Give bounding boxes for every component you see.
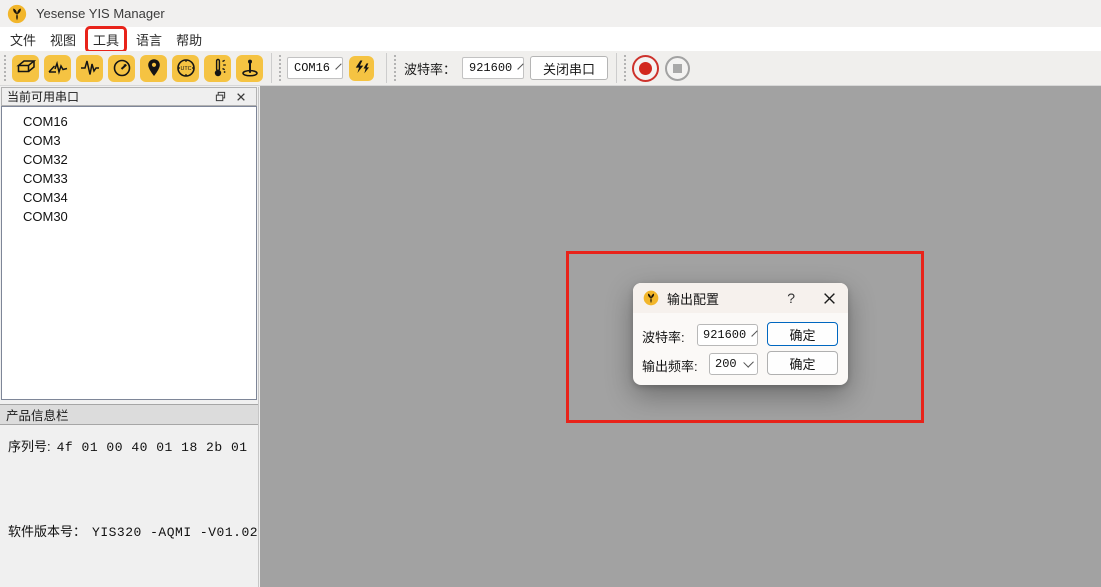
dock-title: 当前可用串口	[2, 88, 215, 105]
menu-help[interactable]: 帮助	[176, 28, 202, 51]
list-item[interactable]: COM34	[2, 188, 256, 207]
com-port-list[interactable]: COM16 COM3 COM32 COM33 COM34 COM30	[1, 106, 257, 400]
tool-location-button[interactable]	[140, 55, 167, 82]
dialog-baud-select[interactable]: 921600	[697, 324, 758, 346]
dialog-freq-value: 200	[715, 357, 737, 371]
port-select-value: COM16	[294, 61, 330, 75]
serial-number-label: 序列号:	[8, 436, 51, 455]
list-item[interactable]: COM30	[2, 207, 256, 226]
tool-level-button[interactable]	[236, 55, 263, 82]
menubar: 文件 视图 工具 语言 帮助	[0, 27, 1101, 51]
pulse-wave-icon	[78, 56, 102, 80]
toolbar-separator	[271, 53, 272, 83]
yesense-logo-icon	[643, 290, 659, 306]
attitude-wave-icon	[46, 56, 70, 80]
toolbar-grip[interactable]	[624, 55, 626, 81]
gauge-icon	[110, 56, 134, 80]
tool-attitude-wave-button[interactable]	[44, 55, 71, 82]
serial-number-line: 序列号: 4f 01 00 40 01 18 2b 01	[8, 436, 258, 455]
dialog-help-button[interactable]: ?	[783, 290, 799, 306]
menu-view[interactable]: 视图	[50, 28, 76, 51]
dialog-freq-label: 输出频率:	[642, 356, 698, 375]
baud-rate-label: 波特率：	[404, 59, 456, 78]
float-panel-button[interactable]	[215, 91, 226, 102]
stop-icon	[673, 64, 682, 73]
menu-language[interactable]: 语言	[136, 28, 162, 51]
tool-gauge-button[interactable]	[108, 55, 135, 82]
utc-clock-icon: UTC	[174, 56, 198, 80]
toolbar: UTC COM16	[0, 51, 1101, 86]
svg-text:UTC: UTC	[180, 66, 191, 72]
chevron-down-icon	[518, 63, 524, 69]
toolbar-grip[interactable]	[279, 55, 281, 81]
location-pin-icon	[142, 56, 166, 80]
dialog-baud-ok-button[interactable]: 确定	[767, 322, 838, 346]
yesense-logo-icon	[7, 4, 27, 24]
close-icon	[236, 92, 246, 102]
dialog-freq-ok-button[interactable]: 确定	[767, 351, 838, 375]
toolbar-grip[interactable]	[394, 55, 396, 81]
baud-rate-value: 921600	[469, 61, 512, 75]
thermometer-icon	[206, 56, 230, 80]
level-pin-icon	[238, 56, 262, 80]
refresh-ports-button[interactable]	[349, 56, 374, 81]
chevron-down-icon	[743, 357, 754, 368]
list-item[interactable]: COM32	[2, 150, 256, 169]
record-icon	[639, 62, 652, 75]
dialog-freq-select[interactable]: 200	[709, 353, 758, 375]
toolbar-separator	[386, 53, 387, 83]
product-info-header: 产品信息栏	[0, 404, 258, 425]
app-window: Yesense YIS Manager 文件 视图 工具 语言 帮助	[0, 0, 1101, 587]
float-window-icon	[215, 91, 226, 102]
tool-thermometer-button[interactable]	[204, 55, 231, 82]
close-panel-button[interactable]	[236, 92, 246, 102]
record-button[interactable]	[632, 55, 659, 82]
list-item[interactable]: COM3	[2, 131, 256, 150]
cube-3d-icon	[14, 56, 38, 80]
menu-tools[interactable]: 工具	[85, 26, 127, 53]
chevron-down-icon	[752, 330, 758, 336]
double-lightning-icon	[352, 58, 372, 78]
dialog-titlebar: 输出配置 ?	[633, 283, 848, 313]
chevron-down-icon	[335, 63, 341, 69]
close-icon	[823, 292, 836, 305]
dialog-baud-value: 921600	[703, 328, 746, 342]
menu-file[interactable]: 文件	[10, 28, 36, 51]
toolbar-grip[interactable]	[4, 55, 6, 81]
dialog-close-button[interactable]	[821, 292, 838, 305]
window-title: Yesense YIS Manager	[36, 6, 165, 21]
output-config-dialog: 输出配置 ? 波特率: 921600 确定 输出频率: 200 确定	[633, 283, 848, 385]
port-select[interactable]: COM16	[287, 57, 343, 79]
tool-3d-view-button[interactable]	[12, 55, 39, 82]
baud-rate-select[interactable]: 921600	[462, 57, 524, 79]
dialog-title: 输出配置	[667, 289, 783, 308]
tool-pulse-wave-button[interactable]	[76, 55, 103, 82]
dialog-baud-label: 波特率:	[642, 327, 685, 346]
serial-number-value: 4f 01 00 40 01 18 2b 01	[57, 440, 248, 455]
list-item[interactable]: COM16	[2, 112, 256, 131]
stop-button[interactable]	[665, 56, 690, 81]
titlebar: Yesense YIS Manager	[0, 0, 1101, 27]
software-version-label: 软件版本号：	[8, 521, 86, 540]
serial-port-dock: 当前可用串口 COM16 COM3 COM32 COM33 COM34 COM3…	[0, 87, 259, 587]
dock-header: 当前可用串口	[1, 87, 257, 106]
tool-utc-clock-button[interactable]: UTC	[172, 55, 199, 82]
software-version-line: 软件版本号： YIS320 -AQMI -V01.02.03;	[8, 521, 258, 540]
close-serial-port-button[interactable]: 关闭串口	[530, 56, 608, 80]
list-item[interactable]: COM33	[2, 169, 256, 188]
product-info-title: 产品信息栏	[0, 405, 69, 424]
toolbar-separator	[616, 53, 617, 83]
